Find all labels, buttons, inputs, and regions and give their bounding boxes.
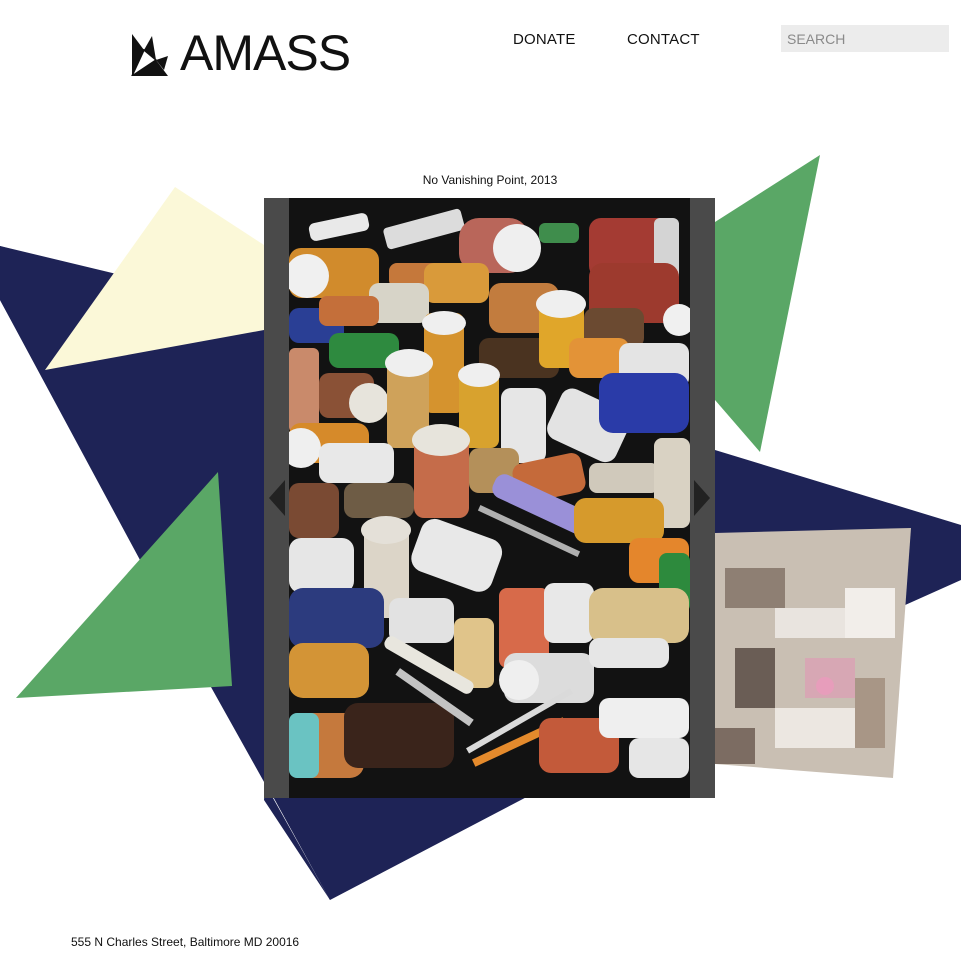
- green-triangle-right: [715, 155, 820, 452]
- nav-contact-link[interactable]: CONTACT: [627, 31, 700, 48]
- site-logo[interactable]: AMASS: [130, 25, 351, 81]
- page: AMASS DONATE CONTACT No Vanishing Point,…: [0, 0, 961, 960]
- brand-name: AMASS: [180, 25, 351, 81]
- slideshow-right-rail: [690, 198, 715, 798]
- bird-logo-icon: [131, 34, 168, 76]
- nav-donate-link[interactable]: DONATE: [513, 31, 576, 48]
- search-input[interactable]: [781, 25, 949, 52]
- navy-triangle-bottom: [264, 780, 540, 900]
- slideshow: [264, 198, 715, 798]
- chevron-left-icon[interactable]: [267, 478, 287, 518]
- site-header: AMASS DONATE CONTACT: [0, 0, 961, 90]
- next-slide-preview[interactable]: [715, 528, 911, 778]
- slide-image: [289, 198, 690, 798]
- slide-caption: No Vanishing Point, 2013: [422, 173, 558, 187]
- slideshow-left-rail: [264, 198, 289, 798]
- footer-address: 555 N Charles Street, Baltimore MD 20016: [71, 935, 300, 949]
- chevron-right-icon[interactable]: [692, 478, 712, 518]
